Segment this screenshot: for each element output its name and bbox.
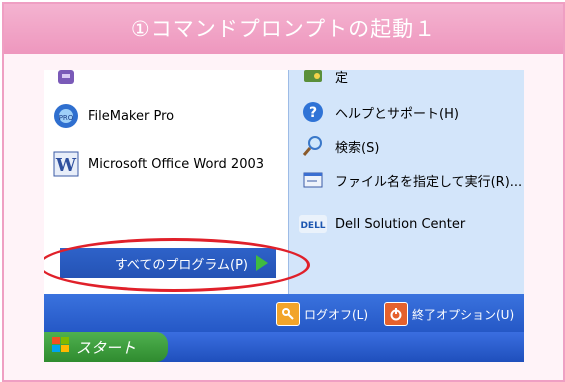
menu-label-dell: Dell Solution Center [335,216,466,232]
start-menu-screenshot: PRO FileMaker Pro W Microsoft Office Wor… [44,70,524,362]
menu-item-help[interactable]: ? ヘルプとサポート(H) [299,98,459,126]
start-menu-right-column: 定 ? ヘルプとサポート(H) 検索(S) ファイル名を指定して実行(R)... [288,70,524,294]
svg-text:DELL: DELL [300,221,325,231]
shutdown-button[interactable]: 終了オプション(U) [384,302,514,326]
slide-frame: ①コマンドプロンプトの起動１ PRO FileMaker Pro W Micro… [2,2,565,382]
dell-icon: DELL [299,210,327,238]
all-programs-button[interactable]: すべてのプログラム(P) [60,248,276,278]
filemaker-icon: PRO [52,102,80,130]
menu-label-help: ヘルプとサポート(H) [335,106,459,122]
program-item-word[interactable]: W Microsoft Office Word 2003 [52,150,264,178]
search-icon [299,132,327,160]
logoff-label: ログオフ(L) [304,307,369,322]
start-menu-left-column: PRO FileMaker Pro W Microsoft Office Wor… [44,70,288,294]
word-icon: W [52,150,80,178]
svg-text:PRO: PRO [59,114,74,122]
windows-flag-icon [52,337,70,357]
program-icon [52,70,80,90]
menu-item-run[interactable]: ファイル名を指定して実行(R)... [299,166,522,194]
slide-title: ①コマンドプロンプトの起動１ [4,4,563,54]
menu-label-search: 検索(S) [335,140,380,156]
svg-text:W: W [55,155,77,176]
menu-label-run: ファイル名を指定して実行(R)... [335,174,523,190]
program-label-word: Microsoft Office Word 2003 [88,156,265,172]
menu-label-settings: 定 [335,70,349,86]
start-menu-bottom-bar: ログオフ(L) 終了オプション(U) [44,294,524,332]
menu-item-settings[interactable]: 定 [299,70,348,90]
key-icon [276,302,300,326]
green-arrow-icon [256,255,268,271]
start-button[interactable]: スタート [44,332,168,362]
program-label-filemaker: FileMaker Pro [88,108,175,124]
start-label: スタート [76,338,137,357]
shutdown-label: 終了オプション(U) [412,307,515,322]
settings-icon [299,70,327,90]
all-programs-label: すべてのプログラム(P) [114,257,248,273]
menu-item-search[interactable]: 検索(S) [299,132,379,160]
menu-item-dell[interactable]: DELL Dell Solution Center [299,210,465,238]
svg-text:?: ? [309,105,317,121]
program-item-filemaker[interactable]: PRO FileMaker Pro [52,102,174,130]
power-icon [384,302,408,326]
help-icon: ? [299,98,327,126]
program-item-partial[interactable] [52,70,80,90]
run-icon [299,166,327,194]
logoff-button[interactable]: ログオフ(L) [276,302,368,326]
taskbar: スタート [44,332,524,362]
